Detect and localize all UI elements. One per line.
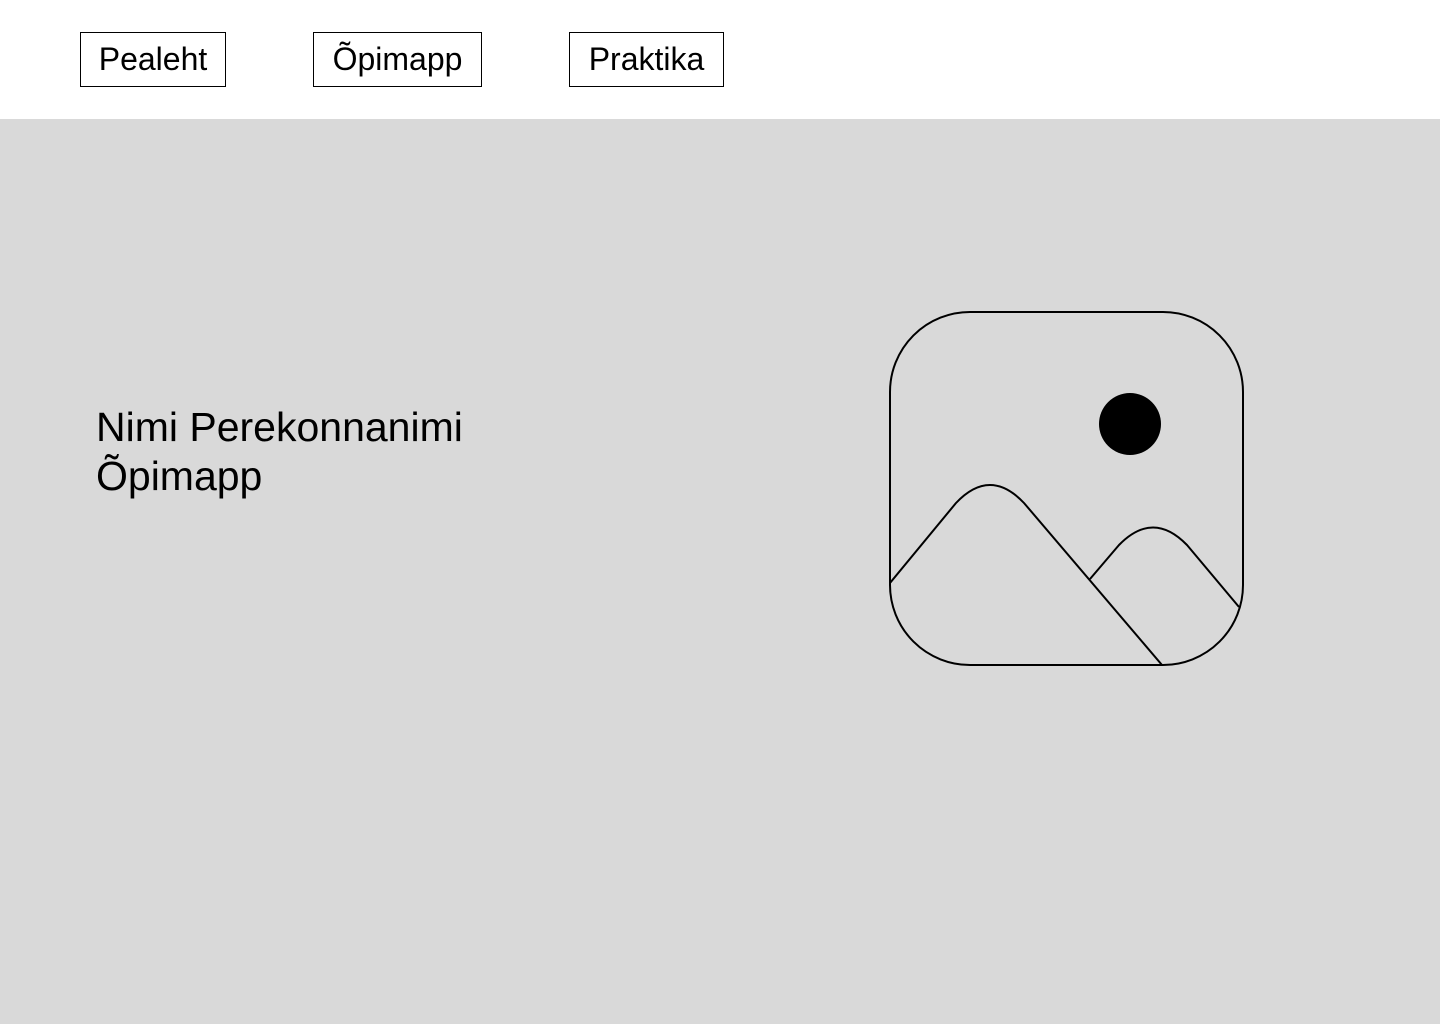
portfolio-title: Õpimapp — [96, 453, 263, 499]
image-frame-outline — [889, 311, 1244, 666]
sun-shape — [1099, 393, 1161, 455]
large-mountain-shape — [890, 484, 1163, 665]
nav-button-praktika[interactable]: Praktika — [569, 32, 724, 87]
hero-title-block: Nimi Perekonnanimi Õpimapp — [96, 403, 463, 501]
nav-button-pealeht[interactable]: Pealeht — [80, 32, 226, 87]
hero-section: Nimi Perekonnanimi Õpimapp — [0, 119, 1440, 1024]
student-name: Nimi Perekonnanimi — [96, 404, 463, 450]
small-mountain-shape — [1089, 526, 1240, 608]
image-placeholder-icon — [889, 311, 1244, 666]
top-navigation: Pealeht Õpimapp Praktika — [0, 0, 1440, 119]
nav-button-opimapp[interactable]: Õpimapp — [313, 32, 482, 87]
